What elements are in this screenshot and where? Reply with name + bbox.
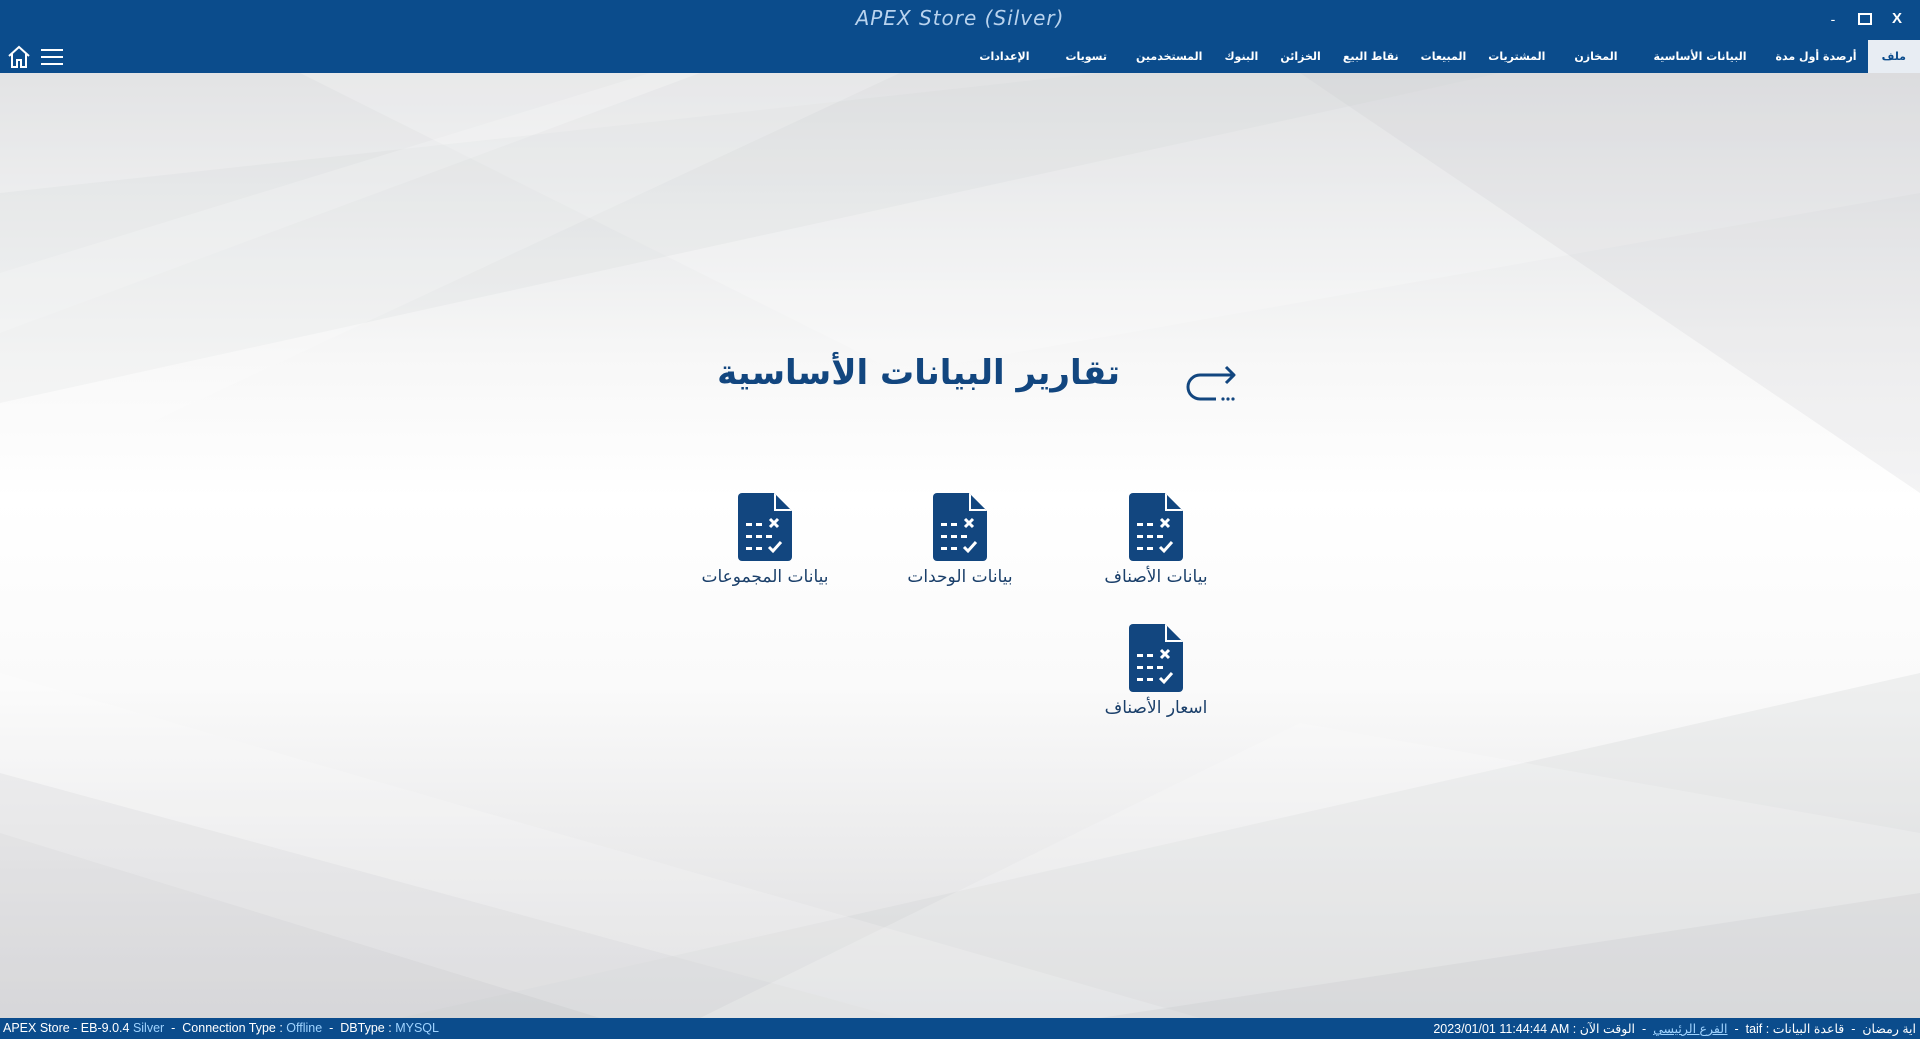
menu-basic-data[interactable]: البيانات الأساسية xyxy=(1635,40,1764,73)
menu-treasuries[interactable]: الخزائن xyxy=(1269,40,1331,73)
menu-users[interactable]: المستخدمين xyxy=(1125,40,1213,73)
menu-icon[interactable] xyxy=(40,46,64,68)
current-time-label: الوقت الآن : xyxy=(1572,1022,1635,1036)
menu-sales[interactable]: المبيعات xyxy=(1410,40,1478,73)
report-label: بيانات المجموعات xyxy=(701,567,829,587)
title-bar: APEX Store (Silver) - X xyxy=(0,0,1920,40)
branch-link[interactable]: الفرع الرئيسي xyxy=(1653,1022,1727,1036)
window-title: APEX Store (Silver) xyxy=(855,6,1065,30)
report-label: اسعار الأصناف xyxy=(1104,698,1208,718)
edition-label: Silver xyxy=(132,1021,165,1035)
current-time: 2023/01/01 11:44:44 AM xyxy=(1433,1022,1570,1036)
status-left: APEX Store - EB-9.0.4 Silver - Connectio… xyxy=(3,1021,439,1035)
menu-opening-balances[interactable]: أرصدة أول مدة xyxy=(1765,40,1868,73)
menu-items: ملف أرصدة أول مدة البيانات الأساسية المخ… xyxy=(961,40,1920,73)
db-type-value: MYSQL xyxy=(395,1021,439,1035)
maximize-icon xyxy=(1858,12,1872,25)
connection-type-label: Connection Type : xyxy=(182,1021,283,1035)
report-items-data[interactable]: بيانات الأصناف xyxy=(1071,491,1241,601)
db-type-label: DBType : xyxy=(340,1021,392,1035)
page-title: تقارير البيانات الأساسية xyxy=(717,353,1120,393)
main-area: تقارير البيانات الأساسية بيانات الأصناف … xyxy=(0,73,1920,1018)
status-right: اية رمضان - قاعدة البيانات : taif - الفر… xyxy=(1433,1022,1916,1036)
back-arrow-icon[interactable] xyxy=(1180,359,1238,409)
menu-adjustments[interactable]: تسويات xyxy=(1047,40,1125,73)
menu-bar: ملف أرصدة أول مدة البيانات الأساسية المخ… xyxy=(0,40,1920,73)
report-document-icon xyxy=(933,493,987,561)
maximize-button[interactable] xyxy=(1854,8,1876,30)
menu-settings[interactable]: الإعدادات xyxy=(961,40,1047,73)
status-bar: APEX Store - EB-9.0.4 Silver - Connectio… xyxy=(0,1018,1920,1039)
app-version: APEX Store - EB-9.0.4 xyxy=(3,1021,130,1035)
report-document-icon xyxy=(1129,493,1183,561)
menu-purchases[interactable]: المشتريات xyxy=(1477,40,1556,73)
minimize-button[interactable]: - xyxy=(1822,8,1844,30)
connection-type-value: Offline xyxy=(286,1021,323,1035)
menu-warehouses[interactable]: المخازن xyxy=(1556,40,1635,73)
database-name-label: قاعدة البيانات : xyxy=(1765,1022,1845,1036)
home-icon[interactable] xyxy=(6,44,32,70)
database-name: taif xyxy=(1745,1022,1763,1036)
report-groups-data[interactable]: بيانات المجموعات xyxy=(680,491,850,601)
report-label: بيانات الوحدات xyxy=(907,567,1013,587)
menu-pos[interactable]: نقاط البيع xyxy=(1332,40,1410,73)
report-label: بيانات الأصناف xyxy=(1104,567,1208,587)
report-item-prices[interactable]: اسعار الأصناف xyxy=(1071,622,1241,732)
report-document-icon xyxy=(1129,624,1183,692)
close-button[interactable]: X xyxy=(1886,8,1908,30)
current-user: اية رمضان xyxy=(1862,1022,1916,1036)
report-units-data[interactable]: بيانات الوحدات xyxy=(875,491,1045,601)
report-document-icon xyxy=(738,493,792,561)
menu-file[interactable]: ملف xyxy=(1867,40,1920,73)
menu-banks[interactable]: البنوك xyxy=(1213,40,1269,73)
